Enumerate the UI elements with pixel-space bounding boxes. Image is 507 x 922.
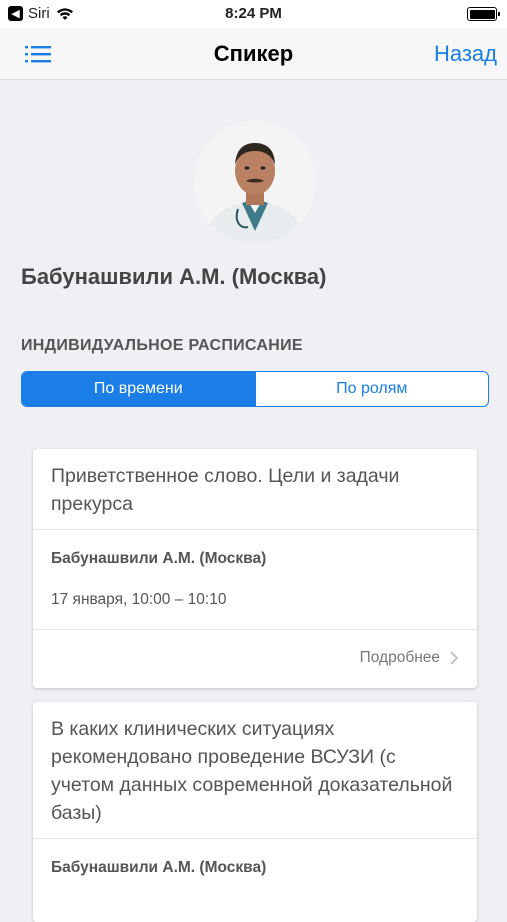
- session-time: 17 января, 10:00 – 10:10: [51, 591, 227, 608]
- page-title: Спикер: [213, 41, 294, 66]
- chevron-right-icon: [450, 651, 459, 665]
- navigation-bar: Спикер Назад: [0, 28, 507, 80]
- session-card[interactable]: В каких клинических ситуациях рекомендов…: [33, 702, 477, 922]
- session-title: В каких клинических ситуациях рекомендов…: [51, 718, 453, 824]
- status-time: 8:24 PM: [225, 5, 282, 22]
- divider: [33, 629, 477, 630]
- more-details-link[interactable]: Подробнее: [360, 649, 459, 667]
- segment-by-roles[interactable]: По ролям: [254, 372, 489, 406]
- session-card[interactable]: Приветственное слово. Цели и задачи прек…: [33, 449, 477, 688]
- session-speaker: Бабунашвили А.М. (Москва): [51, 859, 267, 876]
- section-title: ИНДИВИДУАЛЬНОЕ РАСПИСАНИЕ: [21, 337, 303, 354]
- back-button[interactable]: Назад: [434, 41, 497, 67]
- divider: [33, 529, 477, 530]
- status-bar: ◀ Siri 8:24 PM: [0, 0, 507, 28]
- more-details-label: Подробнее: [359, 649, 440, 666]
- avatar: [194, 121, 316, 243]
- schedule-segmented-control: По времени По ролям: [21, 371, 489, 407]
- speaker-photo: [194, 121, 316, 243]
- segment-by-time[interactable]: По времени: [22, 372, 255, 406]
- speaker-name: Бабунашвили А.М. (Москва): [21, 264, 327, 289]
- battery-icon: [467, 7, 500, 21]
- session-speaker: Бабунашвили А.М. (Москва): [51, 550, 267, 567]
- session-title: Приветственное слово. Цели и задачи прек…: [51, 465, 400, 515]
- divider: [33, 838, 477, 839]
